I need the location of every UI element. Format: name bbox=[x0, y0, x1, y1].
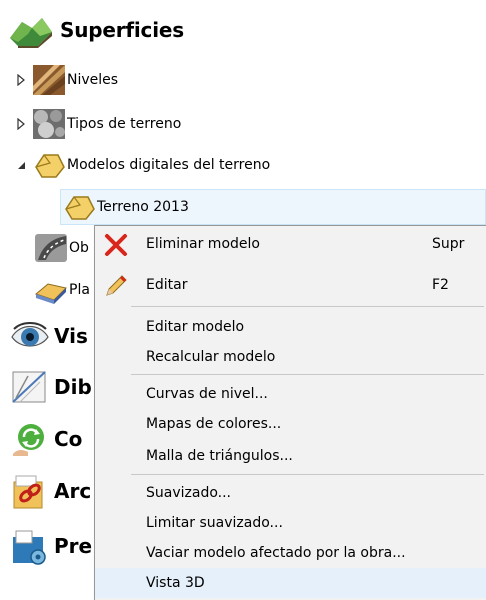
eye-icon bbox=[10, 317, 50, 355]
tree-item-label: Modelos digitales del terreno bbox=[67, 157, 271, 173]
menu-item-editar-modelo[interactable]: Editar modelo bbox=[95, 312, 486, 342]
menu-item-label: Malla de triángulos... bbox=[146, 448, 293, 464]
refresh-icon bbox=[10, 420, 50, 458]
context-menu: Eliminar modelo Supr Editar F2 Editar mo… bbox=[94, 225, 486, 600]
tree-item-tipos-terreno[interactable]: Tipos de terreno bbox=[16, 106, 181, 142]
section-archivos[interactable]: Arc bbox=[10, 471, 91, 511]
delete-x-icon bbox=[103, 232, 129, 258]
menu-item-curvas-nivel[interactable]: Curvas de nivel... bbox=[95, 379, 486, 409]
menu-item-label: Vaciar modelo afectado por la obra... bbox=[146, 545, 406, 561]
tree-item-modelos-digitales[interactable]: Modelos digitales del terreno bbox=[16, 147, 270, 183]
dtm-icon bbox=[62, 191, 96, 223]
menu-separator bbox=[131, 474, 484, 475]
menu-item-label: Curvas de nivel... bbox=[146, 386, 268, 402]
menu-item-shortcut: F2 bbox=[432, 277, 449, 293]
pencil-icon bbox=[103, 273, 129, 299]
menu-item-shortcut: Supr bbox=[432, 236, 465, 252]
menu-item-vaciar-modelo[interactable]: Vaciar modelo afectado por la obra... bbox=[95, 538, 486, 568]
tree-item-terreno-2013[interactable]: Terreno 2013 bbox=[62, 189, 189, 225]
tree-item-label: Ob bbox=[69, 240, 89, 256]
menu-item-recalcular-modelo[interactable]: Recalcular modelo bbox=[95, 342, 486, 372]
tree-item-label: Tipos de terreno bbox=[67, 116, 182, 132]
dtm-icon bbox=[32, 149, 66, 181]
menu-item-eliminar-modelo[interactable]: Eliminar modelo Supr bbox=[95, 229, 486, 259]
expand-arrow-icon[interactable] bbox=[16, 117, 26, 131]
link-icon bbox=[10, 472, 50, 510]
section-conexion[interactable]: Co bbox=[10, 419, 82, 459]
menu-item-label: Vista 3D bbox=[146, 575, 205, 591]
section-label: Arc bbox=[54, 479, 92, 503]
menu-item-label: Limitar suavizado... bbox=[146, 515, 283, 531]
menu-item-editar[interactable]: Editar F2 bbox=[95, 270, 486, 300]
section-label: Co bbox=[54, 427, 83, 451]
tree-item-niveles[interactable]: Niveles bbox=[16, 62, 118, 98]
menu-separator bbox=[131, 306, 484, 307]
tree-item-label: Terreno 2013 bbox=[97, 199, 189, 215]
surfaces-header[interactable]: Superficies bbox=[8, 10, 184, 50]
menu-separator bbox=[131, 374, 484, 375]
menu-item-suavizado[interactable]: Suavizado... bbox=[95, 478, 486, 508]
menu-item-limitar-suavizado[interactable]: Limitar suavizado... bbox=[95, 508, 486, 538]
menu-item-mapas-colores[interactable]: Mapas de colores... bbox=[95, 409, 486, 439]
section-dibujo[interactable]: Dib bbox=[10, 367, 92, 407]
header-title: Superficies bbox=[60, 18, 184, 42]
drawing-icon bbox=[10, 368, 50, 406]
levels-icon bbox=[32, 64, 66, 96]
menu-item-label: Suavizado... bbox=[146, 485, 231, 501]
section-label: Pre bbox=[54, 534, 93, 558]
menu-item-label: Eliminar modelo bbox=[146, 236, 260, 252]
section-presupuesto[interactable]: Pre bbox=[10, 526, 92, 566]
terrain-types-icon bbox=[32, 108, 66, 140]
tree-item-label: Niveles bbox=[67, 72, 119, 88]
budget-icon bbox=[10, 527, 50, 565]
menu-item-vista-3d[interactable]: Vista 3D bbox=[95, 568, 486, 598]
tree-item-plataforma[interactable]: Pla bbox=[34, 272, 90, 308]
section-label: Vis bbox=[54, 324, 88, 348]
menu-item-malla-triangulos[interactable]: Malla de triángulos... bbox=[95, 441, 486, 471]
platform-icon bbox=[34, 274, 68, 306]
section-visualizacion[interactable]: Vis bbox=[10, 316, 88, 356]
expand-arrow-icon[interactable] bbox=[16, 73, 26, 87]
collapse-arrow-icon[interactable] bbox=[16, 159, 26, 171]
menu-item-label: Recalcular modelo bbox=[146, 349, 276, 365]
section-label: Dib bbox=[54, 375, 92, 399]
terrain-icon bbox=[8, 12, 54, 48]
tree-item-obra[interactable]: Ob bbox=[34, 230, 89, 266]
road-icon bbox=[34, 232, 68, 264]
tree-item-label: Pla bbox=[69, 282, 90, 298]
menu-item-label: Mapas de colores... bbox=[146, 416, 282, 432]
menu-item-label: Editar bbox=[146, 277, 188, 293]
menu-item-label: Editar modelo bbox=[146, 319, 245, 335]
